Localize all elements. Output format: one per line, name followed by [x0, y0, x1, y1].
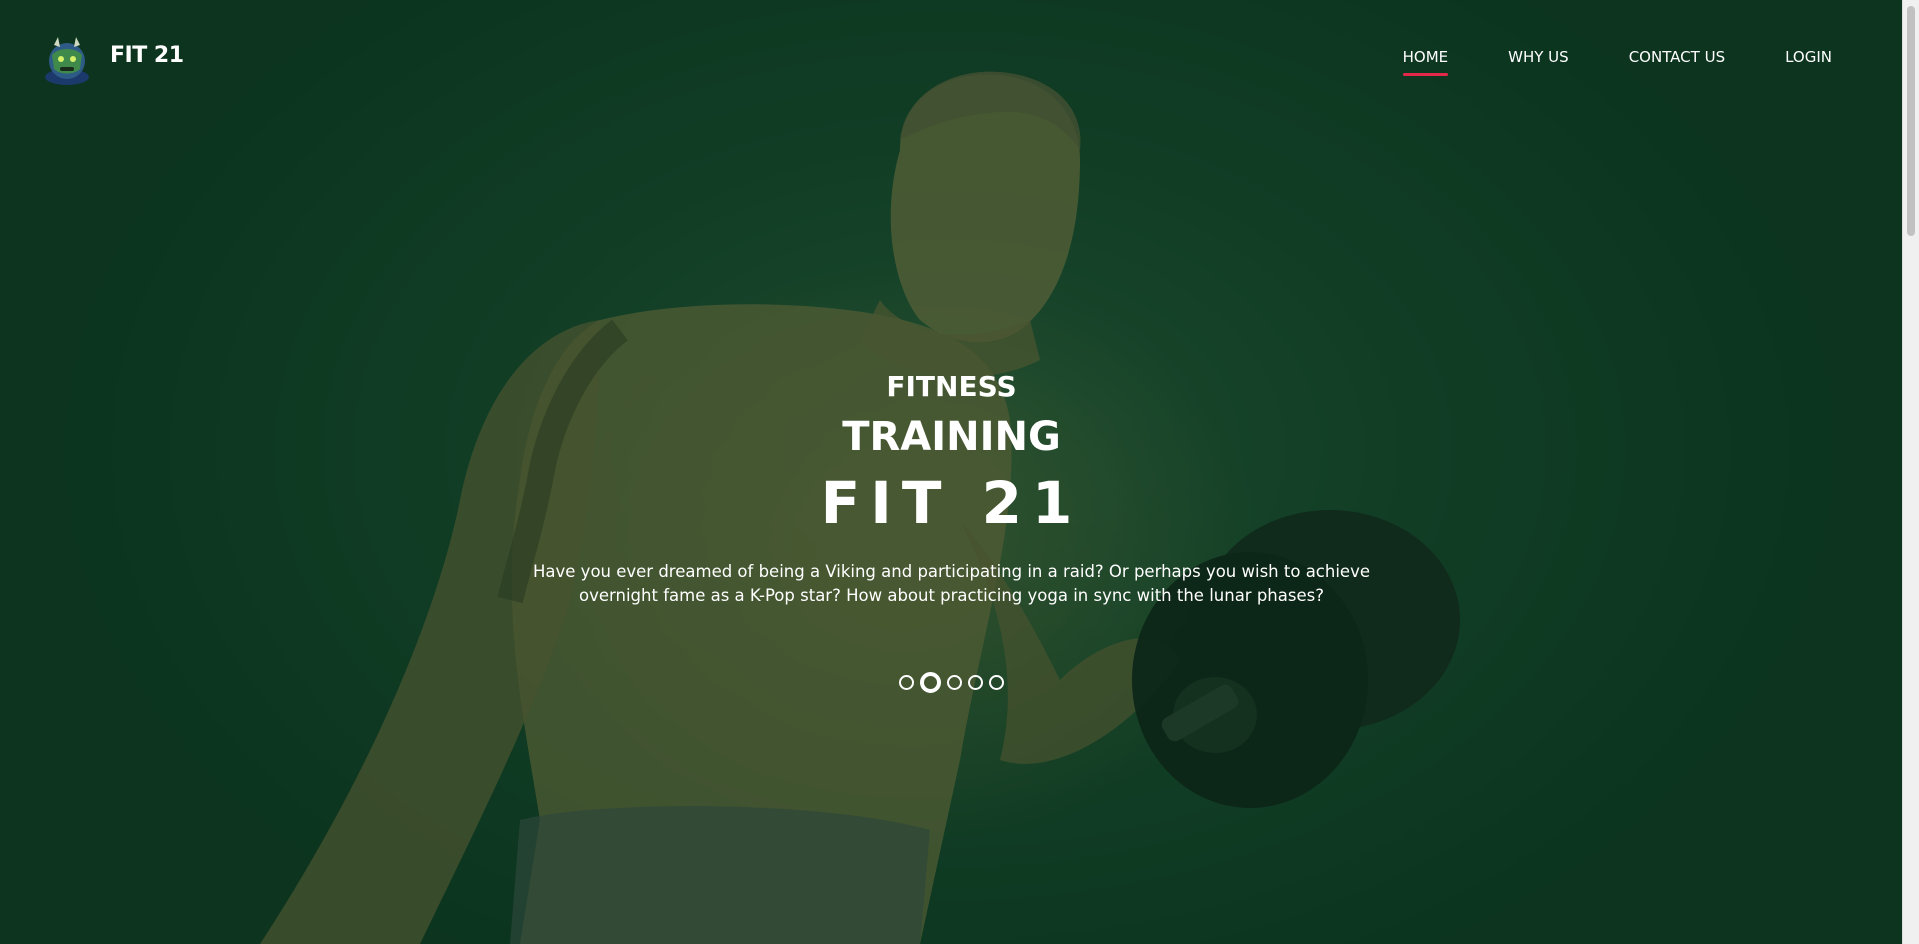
page: FIT 21 HOME WHY US CONTACT US LOGIN FITN… — [0, 0, 1919, 944]
slider-dots — [0, 672, 1903, 693]
hero-heading-training: TRAINING — [842, 414, 1061, 460]
nav-contact-us[interactable]: CONTACT US — [1629, 48, 1725, 66]
slider-dot-1[interactable] — [899, 675, 914, 690]
nav-why-us[interactable]: WHY US — [1508, 48, 1569, 66]
slider-dot-3[interactable] — [947, 675, 962, 690]
hero-heading-fitness: FITNESS — [886, 370, 1017, 403]
slider-dot-4[interactable] — [968, 675, 983, 690]
scrollbar-thumb[interactable] — [1907, 6, 1915, 236]
vertical-scrollbar[interactable] — [1902, 0, 1919, 944]
nav-home[interactable]: HOME — [1402, 48, 1448, 76]
hero-heading-brand: FIT 21 — [820, 469, 1083, 537]
slider-dot-5[interactable] — [989, 675, 1004, 690]
brand-name[interactable]: FIT 21 — [110, 43, 184, 68]
hero-description: Have you ever dreamed of being a Viking … — [533, 562, 1370, 605]
nav-login[interactable]: LOGIN — [1785, 48, 1832, 66]
main-nav: HOME WHY US CONTACT US LOGIN — [1343, 48, 1832, 76]
slider-dot-2[interactable] — [920, 672, 941, 693]
site-header: FIT 21 HOME WHY US CONTACT US LOGIN — [0, 0, 1903, 116]
logo-icon[interactable] — [40, 33, 94, 87]
